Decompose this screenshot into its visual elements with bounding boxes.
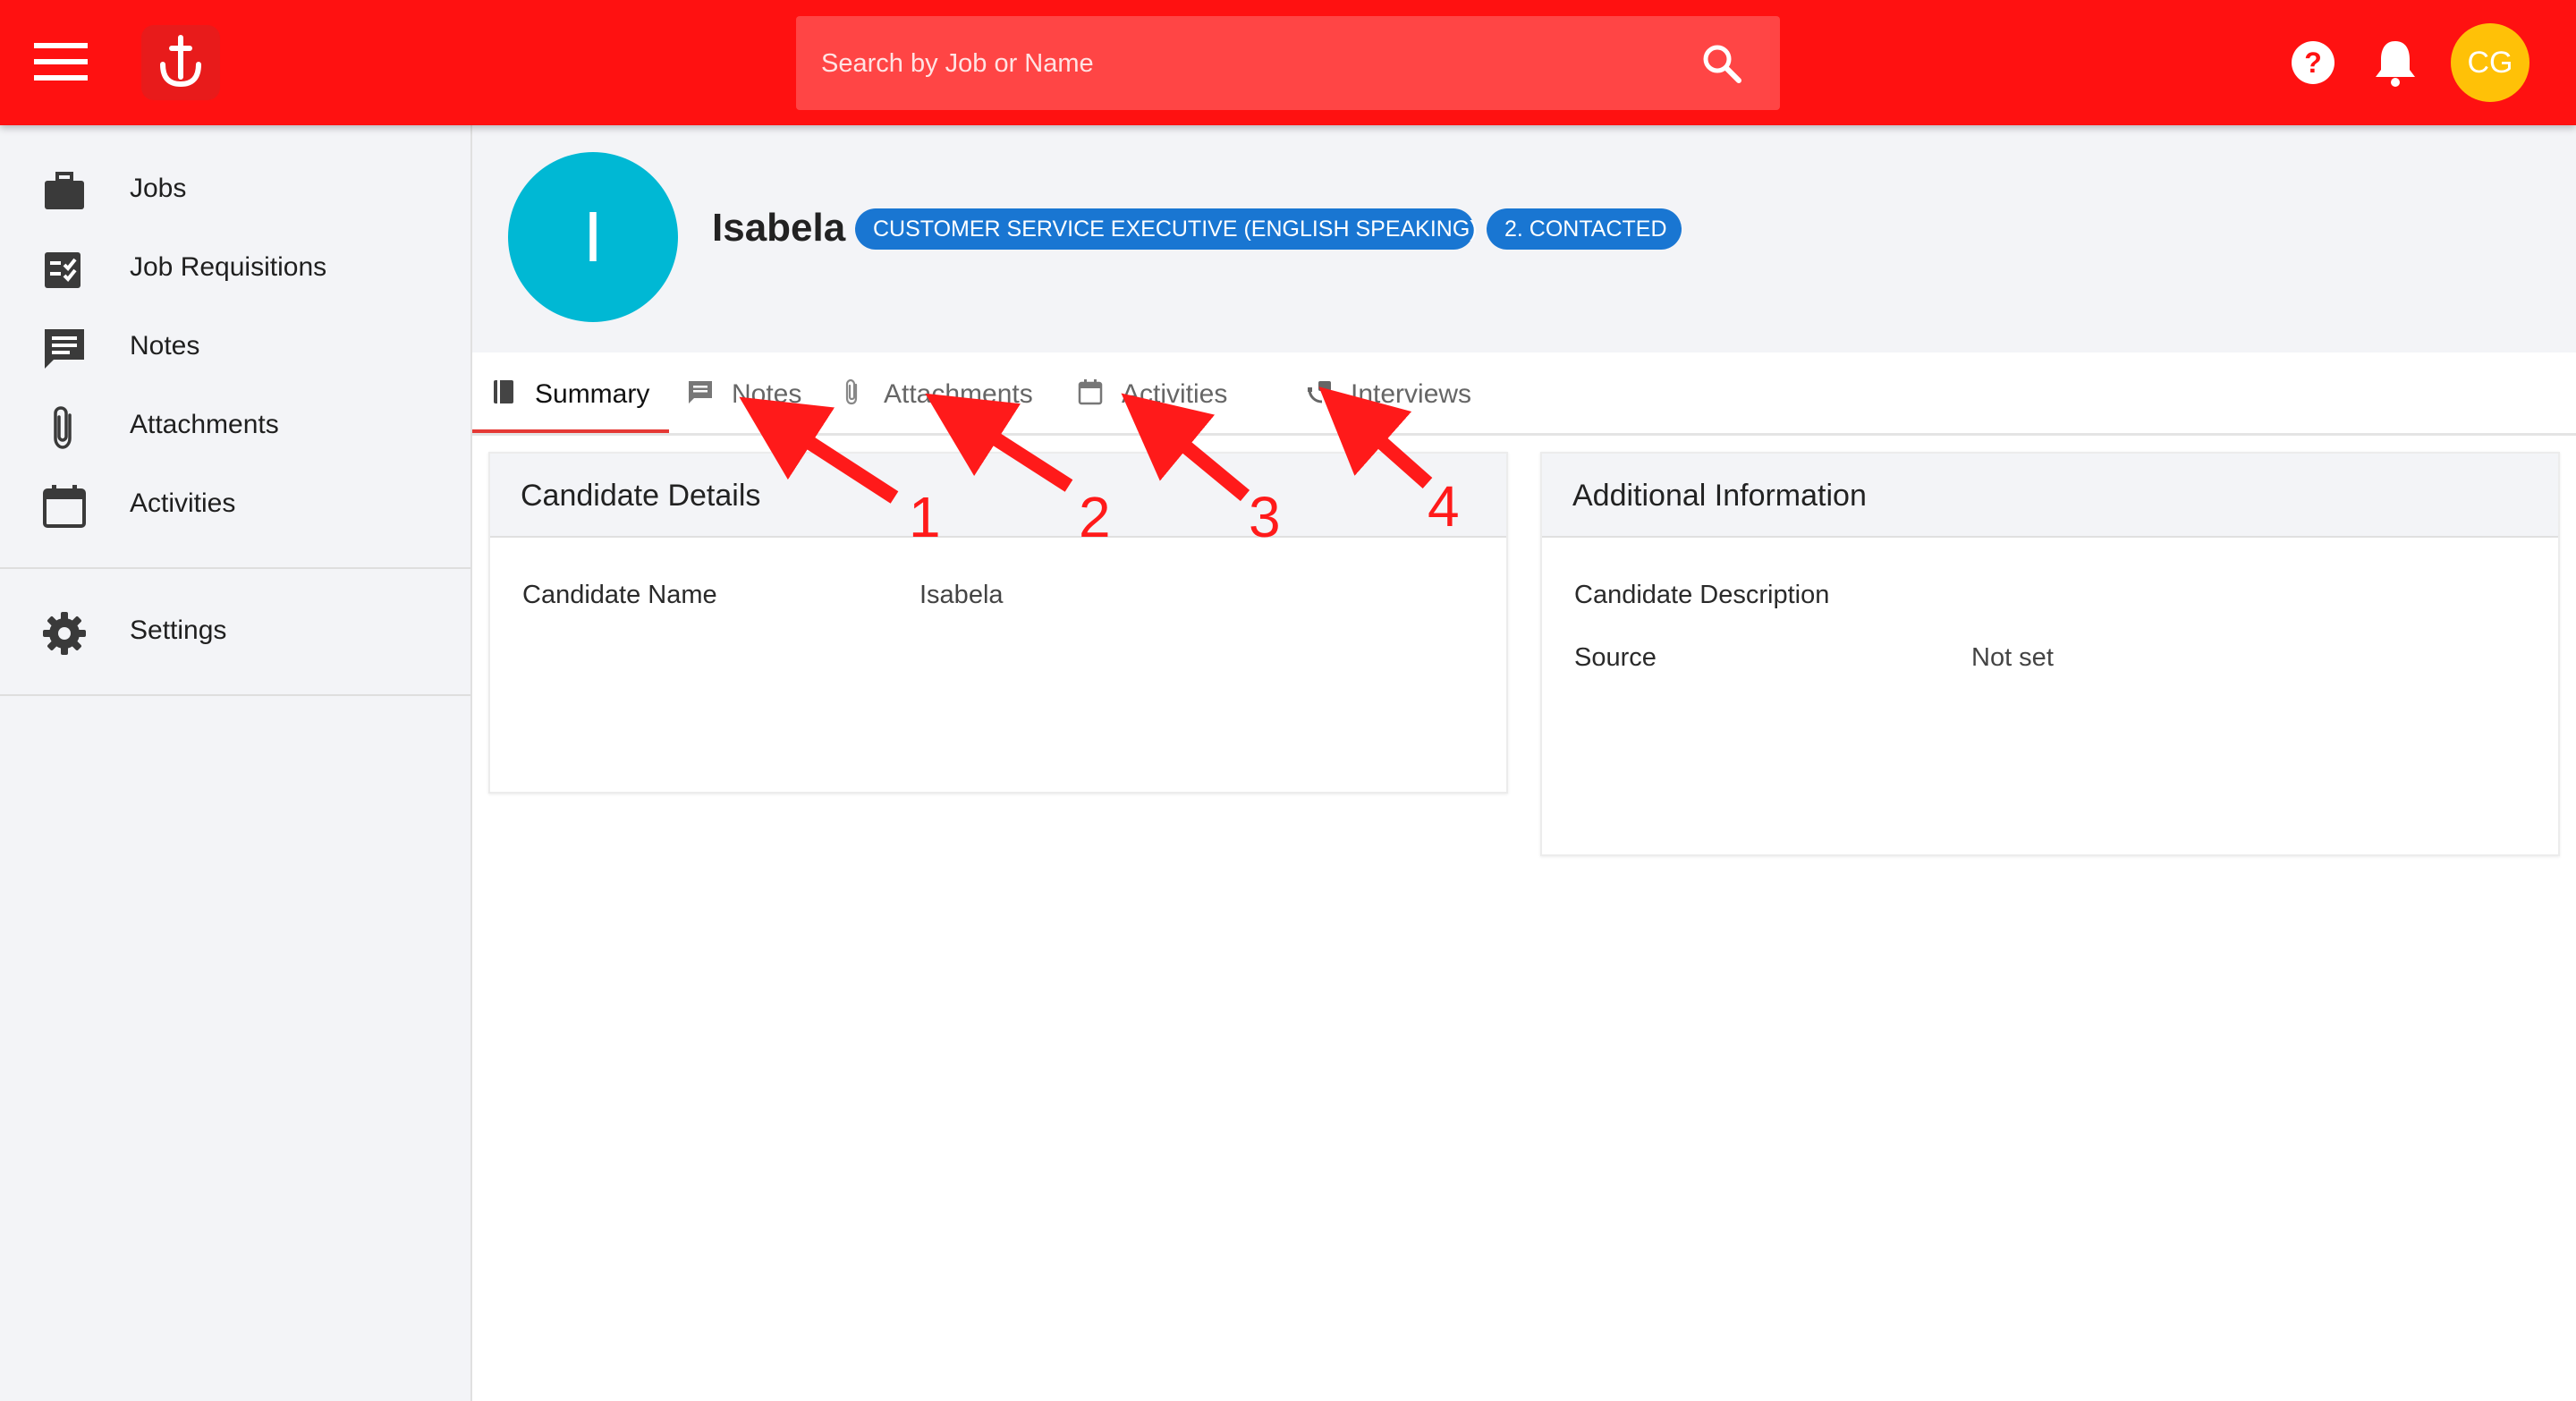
help-icon[interactable]: ? [2290,39,2336,86]
logo-anchor-icon [160,35,201,88]
stage-chip[interactable]: 2. CONTACTED [1487,208,1682,250]
notification-bell-icon[interactable] [2372,38,2419,88]
tab-bar: Summary Notes Attachments Activities Int… [472,352,2576,436]
field-label: Candidate Name [522,581,717,609]
candidate-details-card: Candidate Details Candidate Name Isabela [488,452,1508,794]
tab-notes[interactable]: Notes [669,352,821,433]
sidebar-item-label: Jobs [130,174,187,203]
tab-label: Summary [535,379,650,409]
svg-text:?: ? [2304,47,2322,79]
sidebar-item-label: Settings [130,616,227,645]
field-value: Isabela [919,581,1004,609]
card-title: Candidate Details [521,479,761,513]
gear-icon [41,610,88,657]
checklist-icon [41,247,88,293]
field-label: Candidate Description [1574,581,1830,609]
tab-label: Interviews [1351,379,1472,409]
tab-label: Attachments [884,379,1033,409]
card-header: Additional Information [1542,454,2558,538]
calendar-icon [41,483,88,530]
sidebar-item-activities[interactable]: Activities [0,465,470,544]
search-bar[interactable] [796,16,1780,112]
book-icon [490,378,517,405]
candidate-header: I Isabela CUSTOMER SERVICE EXECUTIVE (EN… [472,125,2576,355]
sidebar: Jobs Job Requisitions Notes Attachments … [0,125,472,1401]
app-logo[interactable] [141,25,220,100]
job-chip[interactable]: CUSTOMER SERVICE EXECUTIVE (ENGLISH SPEA… [855,208,1478,250]
briefcase-icon [41,168,88,215]
tab-attachments[interactable]: Attachments [821,352,1061,433]
tab-summary[interactable]: Summary [472,352,669,433]
sidebar-item-label: Job Requisitions [130,252,327,282]
tab-interviews[interactable]: Interviews [1288,352,1512,433]
sidebar-item-notes[interactable]: Notes [0,308,470,386]
comment-icon [687,378,714,405]
sidebar-item-label: Attachments [130,410,279,439]
tab-label: Notes [732,379,802,409]
paperclip-icon [839,378,866,405]
candidate-avatar: I [508,152,678,322]
field-label: Source [1574,643,1657,672]
comment-icon [41,326,88,372]
sidebar-item-jobs[interactable]: Jobs [0,150,470,229]
sidebar-item-attachments[interactable]: Attachments [0,386,470,465]
interview-icon [1306,378,1333,405]
calendar-icon [1077,378,1104,405]
user-avatar[interactable]: CG [2451,23,2529,102]
sidebar-divider [0,567,470,569]
card-title: Additional Information [1572,479,1867,513]
main-content: I Isabela CUSTOMER SERVICE EXECUTIVE (EN… [472,125,2576,1401]
sidebar-item-label: Activities [130,488,236,518]
hamburger-menu-icon[interactable] [32,39,91,86]
additional-information-card: Additional Information Candidate Descrip… [1540,452,2560,856]
candidate-name: Isabela [712,206,846,250]
tab-activities[interactable]: Activities [1059,352,1283,433]
tab-label: Activities [1122,379,1228,409]
search-icon[interactable] [1701,43,1742,84]
sidebar-item-job-requisitions[interactable]: Job Requisitions [0,229,470,308]
sidebar-item-settings[interactable]: Settings [0,592,470,671]
field-value: Not set [1971,643,2054,672]
search-input[interactable] [819,16,1673,112]
paperclip-icon [41,404,88,451]
card-header: Candidate Details [490,454,1506,538]
top-app-bar: ? CG [0,0,2576,125]
sidebar-divider [0,694,470,696]
sidebar-item-label: Notes [130,331,200,361]
